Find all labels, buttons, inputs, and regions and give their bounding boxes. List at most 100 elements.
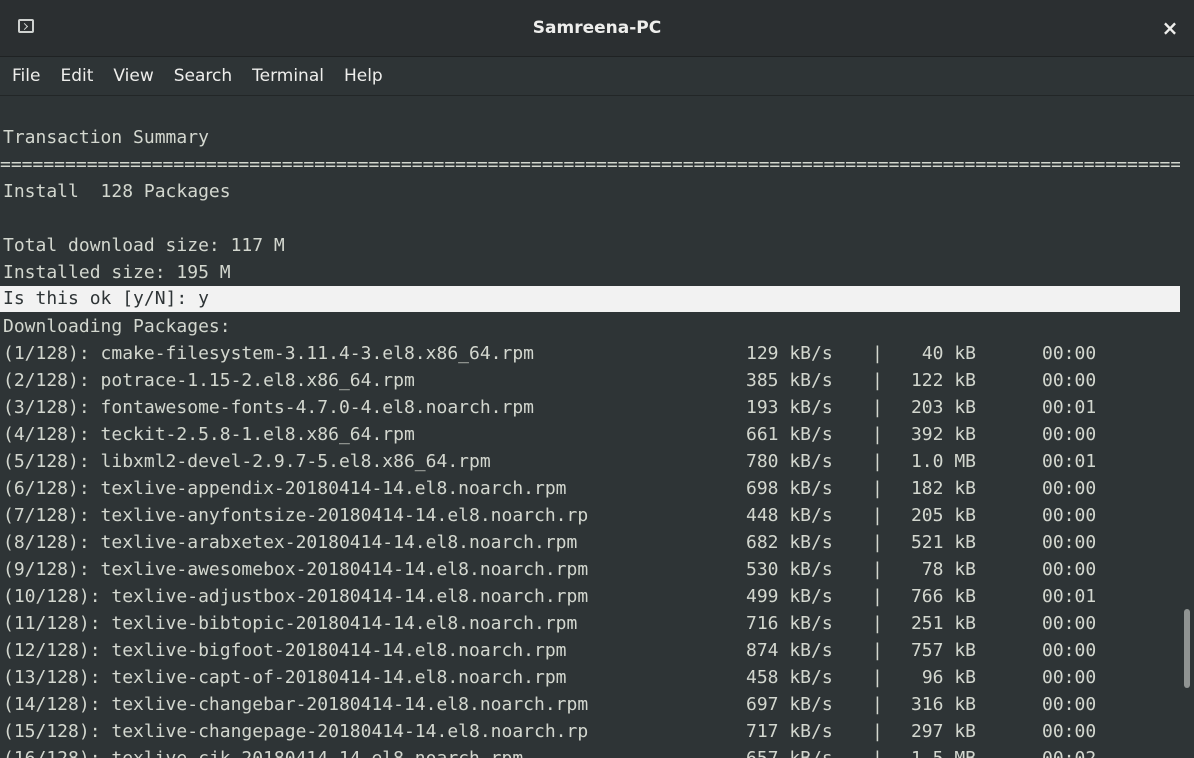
column-separator: | xyxy=(872,613,883,634)
download-speed: 717 kB/s xyxy=(746,721,833,742)
download-time: 00:00 xyxy=(1042,640,1097,661)
package-size: 521 kB xyxy=(910,532,976,553)
download-time: 00:00 xyxy=(1042,721,1097,742)
close-button[interactable]: × xyxy=(1158,16,1182,40)
download-time: 00:00 xyxy=(1042,613,1097,634)
package-name: (12/128): texlive-bigfoot-20180414-14.el… xyxy=(3,640,567,661)
download-speed: 129 kB/s xyxy=(746,343,833,364)
confirm-prompt: Is this ok [y/N]: y xyxy=(3,288,209,309)
download-speed: 193 kB/s xyxy=(746,397,833,418)
download-speed: 716 kB/s xyxy=(746,613,833,634)
column-separator: | xyxy=(872,640,883,661)
menu-terminal[interactable]: Terminal xyxy=(242,57,334,96)
downloading-header: Downloading Packages: xyxy=(3,316,231,337)
scrollbar-thumb[interactable] xyxy=(1184,609,1190,688)
package-size: 1.0 MB xyxy=(910,451,976,472)
package-name: (11/128): texlive-bibtopic-20180414-14.e… xyxy=(3,613,578,634)
package-name: (6/128): texlive-appendix-20180414-14.el… xyxy=(3,478,567,499)
download-time: 00:01 xyxy=(1042,586,1097,607)
download-time: 00:00 xyxy=(1042,478,1097,499)
menu-search[interactable]: Search xyxy=(164,57,242,96)
installed-size: Installed size: 195 M xyxy=(3,262,231,283)
table-row: (10/128): texlive-adjustbox-20180414-14.… xyxy=(0,583,1180,610)
table-row: (5/128): libxml2-devel-2.9.7-5.el8.x86_6… xyxy=(0,448,1180,475)
download-speed: 698 kB/s xyxy=(746,478,833,499)
column-separator: | xyxy=(872,478,883,499)
title-bar[interactable]: Samreena-PC × xyxy=(0,0,1194,57)
download-time: 00:01 xyxy=(1042,397,1097,418)
menu-help[interactable]: Help xyxy=(334,57,393,96)
download-speed: 499 kB/s xyxy=(746,586,833,607)
package-name: (13/128): texlive-capt-of-20180414-14.el… xyxy=(3,667,567,688)
package-size: 122 kB xyxy=(910,370,976,391)
download-speed: 448 kB/s xyxy=(746,505,833,526)
column-separator: | xyxy=(872,343,883,364)
table-row: (12/128): texlive-bigfoot-20180414-14.el… xyxy=(0,637,1180,664)
download-time: 00:01 xyxy=(1042,451,1097,472)
install-count: Install 128 Packages xyxy=(3,181,231,202)
table-row: (3/128): fontawesome-fonts-4.7.0-4.el8.n… xyxy=(0,394,1180,421)
column-separator: | xyxy=(872,397,883,418)
download-time: 00:00 xyxy=(1042,694,1097,715)
package-size: 96 kB xyxy=(921,667,976,688)
package-size: 40 kB xyxy=(921,343,976,364)
table-row: (13/128): texlive-capt-of-20180414-14.el… xyxy=(0,664,1180,691)
table-row: (15/128): texlive-changepage-20180414-14… xyxy=(0,718,1180,745)
download-speed: 458 kB/s xyxy=(746,667,833,688)
download-time: 00:00 xyxy=(1042,343,1097,364)
download-speed: 874 kB/s xyxy=(746,640,833,661)
package-size: 205 kB xyxy=(910,505,976,526)
package-name: (3/128): fontawesome-fonts-4.7.0-4.el8.n… xyxy=(3,397,535,418)
column-separator: | xyxy=(872,667,883,688)
terminal-output[interactable]: Transaction Summary ====================… xyxy=(0,97,1180,758)
package-name: (2/128): potrace-1.15-2.el8.x86_64.rpm xyxy=(3,370,415,391)
package-name: (15/128): texlive-changepage-20180414-14… xyxy=(3,721,589,742)
package-name: (10/128): texlive-adjustbox-20180414-14.… xyxy=(3,586,589,607)
package-name: (9/128): texlive-awesomebox-20180414-14.… xyxy=(3,559,589,580)
table-row: (2/128): potrace-1.15-2.el8.x86_64.rpm 38… xyxy=(0,367,1180,394)
menu-view[interactable]: View xyxy=(103,57,163,96)
column-separator: | xyxy=(872,424,883,445)
package-name: (7/128): texlive-anyfontsize-20180414-14… xyxy=(3,505,589,526)
package-size: 392 kB xyxy=(910,424,976,445)
total-download-size: Total download size: 117 M xyxy=(3,235,285,256)
column-separator: | xyxy=(872,370,883,391)
package-name: (14/128): texlive-changebar-20180414-14.… xyxy=(3,694,589,715)
package-size: 203 kB xyxy=(910,397,976,418)
summary-separator: ========================================… xyxy=(0,154,1180,175)
table-row: (14/128): texlive-changebar-20180414-14.… xyxy=(0,691,1180,718)
table-row: (9/128): texlive-awesomebox-20180414-14.… xyxy=(0,556,1180,583)
table-row: (8/128): texlive-arabxetex-20180414-14.e… xyxy=(0,529,1180,556)
download-time: 00:00 xyxy=(1042,559,1097,580)
menu-bar: File Edit View Search Terminal Help xyxy=(0,57,1194,96)
menu-edit[interactable]: Edit xyxy=(50,57,103,96)
download-speed: 385 kB/s xyxy=(746,370,833,391)
download-time: 00:00 xyxy=(1042,532,1097,553)
column-separator: | xyxy=(872,721,883,742)
vertical-scrollbar[interactable] xyxy=(1180,97,1194,758)
column-separator: | xyxy=(872,451,883,472)
package-size: 757 kB xyxy=(910,640,976,661)
package-name: (1/128): cmake-filesystem-3.11.4-3.el8.x… xyxy=(3,343,535,364)
table-row: (7/128): texlive-anyfontsize-20180414-14… xyxy=(0,502,1180,529)
column-separator: | xyxy=(872,745,883,758)
table-row: (16/128): texlive-cjk-20180414-14.el8.no… xyxy=(0,745,1180,758)
package-size: 251 kB xyxy=(910,613,976,634)
download-time: 00:00 xyxy=(1042,505,1097,526)
package-name: (16/128): texlive-cjk-20180414-14.el8.no… xyxy=(3,745,523,758)
package-size: 78 kB xyxy=(921,559,976,580)
package-size: 766 kB xyxy=(910,586,976,607)
confirm-prompt-line: Is this ok [y/N]: y xyxy=(0,286,1180,312)
package-name: (5/128): libxml2-devel-2.9.7-5.el8.x86_6… xyxy=(3,451,491,472)
menu-file[interactable]: File xyxy=(2,57,50,96)
column-separator: | xyxy=(872,505,883,526)
table-row: (1/128): cmake-filesystem-3.11.4-3.el8.x… xyxy=(0,340,1180,367)
summary-title: Transaction Summary xyxy=(3,127,209,148)
download-speed: 682 kB/s xyxy=(746,532,833,553)
download-time: 00:02 xyxy=(1042,745,1096,758)
column-separator: | xyxy=(872,586,883,607)
download-time: 00:00 xyxy=(1042,424,1097,445)
package-size: 1.5 MB xyxy=(888,745,976,758)
download-speed: 657 kB/s xyxy=(746,745,833,758)
download-time: 00:00 xyxy=(1042,370,1097,391)
